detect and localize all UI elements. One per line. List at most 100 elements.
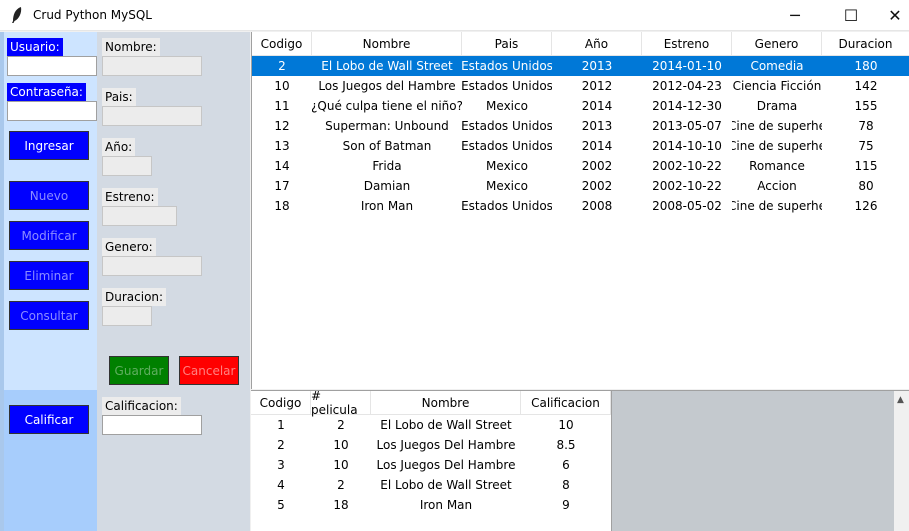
ratings-area: Codigo # pelicula Nombre Calificacion 1 2 El … xyxy=(251,390,909,531)
movies-table-cell: 78 xyxy=(858,119,874,133)
modificar-button[interactable]: Modificar xyxy=(9,221,89,250)
movies-table-cell: Damian xyxy=(363,179,411,193)
guardar-button[interactable]: Guardar xyxy=(109,356,169,385)
movies-table-cell: Mexico xyxy=(486,179,528,193)
ratings-table-cell: 18 xyxy=(333,498,349,512)
ratings-table-header: Codigo # pelicula Nombre Calificacion xyxy=(251,391,611,417)
movies-table-cell: Ciencia Ficción xyxy=(732,79,822,93)
movies-table-cell: 115 xyxy=(854,159,878,173)
ratings-column-header[interactable]: Codigo xyxy=(251,391,311,415)
movies-table-cell: Iron Man xyxy=(360,199,414,213)
movies-table-cell: 2014-10-10 xyxy=(652,139,722,153)
calificar-button[interactable]: Calificar xyxy=(9,405,89,434)
movies-table-row[interactable]: 14 Frida Mexico 2002 2002-10-22 Romance 115 xyxy=(252,156,909,176)
anio-label: Año: xyxy=(102,138,136,156)
movies-table-cell: 155 xyxy=(854,99,878,113)
pais-label: Pais: xyxy=(102,88,136,106)
anio-input[interactable] xyxy=(102,156,152,176)
usuario-input[interactable] xyxy=(7,56,97,76)
movies-table-row[interactable]: 13 Son of Batman Estados Unidos 2014 2014-10… xyxy=(252,136,909,156)
ratings-table-row[interactable]: 3 10 Los Juegos Del Hambre 6 xyxy=(251,455,611,475)
movies-column-header[interactable]: Genero xyxy=(732,32,822,56)
ratings-column-header[interactable]: # pelicula xyxy=(311,391,371,417)
movies-table-cell: 2008-05-02 xyxy=(652,199,722,213)
movies-table-cell: 2013 xyxy=(581,59,613,73)
movies-table-cell: 2014-01-10 xyxy=(652,59,722,73)
movies-table[interactable]: Codigo Nombre Pais Año Estreno Genero Duracion… xyxy=(251,32,909,389)
movies-table-cell: 142 xyxy=(854,79,878,93)
movies-table-row[interactable]: 11 ¿Qué culpa tiene el niño? Mexico 2014 201… xyxy=(252,96,909,116)
movies-table-row[interactable]: 10 Los Juegos del Hambre Estados Unidos 201… xyxy=(252,76,909,96)
window-title: Crud Python MySQL xyxy=(33,8,152,22)
ratings-table-cell: 10 xyxy=(333,458,349,472)
vertical-scrollbar[interactable]: ▲ xyxy=(894,391,909,531)
scroll-up-arrow-icon[interactable]: ▲ xyxy=(897,395,904,405)
movies-column-header[interactable]: Duracion xyxy=(822,32,909,56)
movies-table-cell: 2002 xyxy=(581,179,613,193)
consultar-button[interactable]: Consultar xyxy=(9,301,89,330)
movies-table-cell: ¿Qué culpa tiene el niño? xyxy=(312,99,462,113)
movies-table-cell: 10 xyxy=(274,79,290,93)
ratings-table-cell: Los Juegos Del Hambre xyxy=(376,438,516,452)
movies-table-cell: 18 xyxy=(274,199,290,213)
ratings-table-cell: El Lobo de Wall Street xyxy=(380,418,512,432)
movies-table-cell: 2013-05-07 xyxy=(652,119,722,133)
movies-table-cell: Superman: Unbound xyxy=(325,119,449,133)
contrasena-input[interactable] xyxy=(7,101,97,121)
movies-column-header[interactable]: Pais xyxy=(462,32,552,56)
minimize-button[interactable]: ─ xyxy=(772,0,818,31)
nombre-input[interactable] xyxy=(102,56,202,76)
nombre-label: Nombre: xyxy=(102,38,160,56)
pais-input[interactable] xyxy=(102,106,202,126)
ratings-table[interactable]: Codigo # pelicula Nombre Calificacion 1 2 El … xyxy=(251,391,612,531)
ratings-table-row[interactable]: 4 2 El Lobo de Wall Street 8 xyxy=(251,475,611,495)
movies-table-cell: 2002 xyxy=(581,159,613,173)
movies-table-body: 2 El Lobo de Wall Street Estados Unidos 201… xyxy=(252,56,909,216)
maximize-button[interactable]: ☐ xyxy=(828,0,874,31)
movies-column-header[interactable]: Estreno xyxy=(642,32,732,56)
cancelar-button[interactable]: Cancelar xyxy=(179,356,239,385)
ratings-table-cell: Los Juegos Del Hambre xyxy=(376,458,516,472)
ratings-table-row[interactable]: 2 10 Los Juegos Del Hambre 8.5 xyxy=(251,435,611,455)
calificacion-input[interactable] xyxy=(102,415,202,435)
movies-table-cell: 2008 xyxy=(581,199,613,213)
ratings-column-header[interactable]: Calificacion xyxy=(521,391,611,415)
movies-table-row[interactable]: 2 El Lobo de Wall Street Estados Unidos 201… xyxy=(252,56,909,76)
movies-table-cell: 2014-12-30 xyxy=(652,99,722,113)
movies-table-cell: Romance xyxy=(749,159,805,173)
movies-table-cell: 14 xyxy=(274,159,290,173)
movies-table-cell: Accion xyxy=(757,179,797,193)
ratings-table-cell: 3 xyxy=(277,458,285,472)
close-button[interactable]: ✕ xyxy=(872,0,909,31)
movies-table-row[interactable]: 12 Superman: Unbound Estados Unidos 2013 201… xyxy=(252,116,909,136)
movies-table-cell: 12 xyxy=(274,119,290,133)
ratings-column-header[interactable]: Nombre xyxy=(371,391,521,415)
duracion-input[interactable] xyxy=(102,306,152,326)
movies-table-cell: 2 xyxy=(278,59,286,73)
movies-table-row[interactable]: 17 Damian Mexico 2002 2002-10-22 Accion 80 xyxy=(252,176,909,196)
eliminar-button[interactable]: Eliminar xyxy=(9,261,89,290)
ratings-table-cell: 8.5 xyxy=(556,438,576,452)
ratings-table-cell: 4 xyxy=(277,478,285,492)
movies-column-header[interactable]: Codigo xyxy=(252,32,312,56)
genero-label: Genero: xyxy=(102,238,156,256)
movies-column-header[interactable]: Año xyxy=(552,32,642,56)
movies-table-cell: Estados Unidos xyxy=(462,59,552,73)
genero-input[interactable] xyxy=(102,256,202,276)
ratings-table-cell: 8 xyxy=(562,478,570,492)
ratings-table-row[interactable]: 5 18 Iron Man 9 xyxy=(251,495,611,515)
movies-table-row[interactable]: 18 Iron Man Estados Unidos 2008 2008-05-02 Ci… xyxy=(252,196,909,216)
nuevo-button[interactable]: Nuevo xyxy=(9,181,89,210)
movies-table-cell: 2014 xyxy=(581,139,613,153)
movies-column-header[interactable]: Nombre xyxy=(312,32,462,56)
ratings-table-cell: 6 xyxy=(562,458,570,472)
estreno-input[interactable] xyxy=(102,206,177,226)
movies-table-cell: 17 xyxy=(274,179,290,193)
ratings-table-body: 1 2 El Lobo de Wall Street 10 2 10 Los Juegos … xyxy=(251,415,611,515)
feather-icon xyxy=(12,7,22,23)
ratings-table-cell: Iron Man xyxy=(419,498,473,512)
ingresar-button[interactable]: Ingresar xyxy=(9,131,89,160)
movies-table-cell: Estados Unidos xyxy=(462,79,552,93)
ratings-table-row[interactable]: 1 2 El Lobo de Wall Street 10 xyxy=(251,415,611,435)
movies-table-cell: Estados Unidos xyxy=(462,199,552,213)
